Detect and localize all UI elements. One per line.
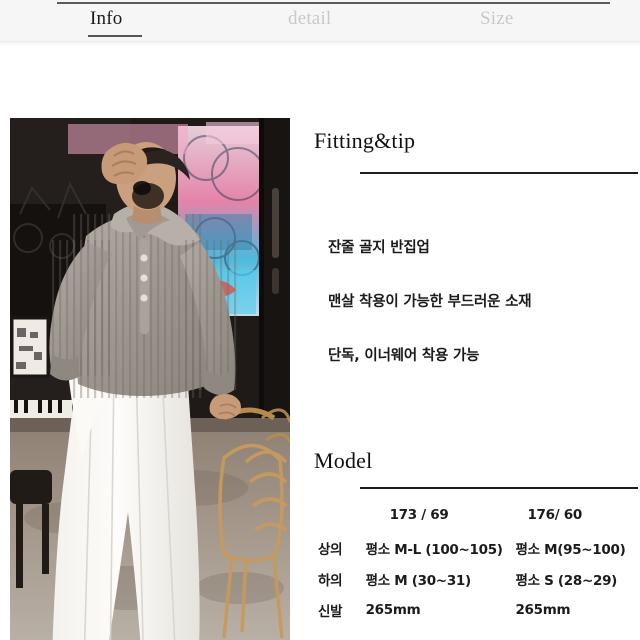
tab-detail[interactable]: detail bbox=[288, 8, 331, 30]
table-row-header: 173 / 69 176/ 60 bbox=[314, 498, 640, 532]
row-label-top: 상의 bbox=[318, 541, 343, 558]
fitting-tip-heading: Fitting&tip bbox=[314, 128, 416, 153]
model-heading: Model bbox=[314, 448, 373, 473]
tab-bar-top-divider bbox=[57, 2, 610, 4]
row-value-top-b: 평소 M(95~100) bbox=[515, 541, 626, 558]
model-col-b-header: 176/ 60 bbox=[527, 507, 582, 523]
tab-bar: Info detail Size bbox=[0, 0, 640, 46]
fitting-tip-item: 단독, 이너웨어 착용 가능 bbox=[328, 348, 480, 364]
model-col-label-blank bbox=[314, 498, 366, 532]
fitting-tip-divider bbox=[360, 172, 638, 174]
tab-bar-shadow bbox=[0, 42, 640, 46]
model-size-table: 173 / 69 176/ 60 상의 평소 M-L (100~105) 평소 … bbox=[314, 498, 640, 625]
tab-size[interactable]: Size bbox=[480, 8, 514, 30]
row-value-bottom-b: 평소 S (28~29) bbox=[515, 572, 618, 589]
row-label-shoes: 신발 bbox=[318, 603, 343, 620]
row-label-bottom: 하의 bbox=[318, 572, 343, 589]
table-row: 하의 평소 M (30~31) 평소 S (28~29) bbox=[314, 563, 640, 594]
row-value-bottom-a: 평소 M (30~31) bbox=[365, 572, 472, 589]
row-value-shoes-b: 265mm bbox=[515, 601, 571, 618]
fitting-tip-list: 잔줄 골지 반집업 맨살 착용이 가능한 부드러운 소재 단독, 이너웨어 착용… bbox=[328, 236, 638, 365]
row-value-shoes-a: 265mm bbox=[365, 601, 421, 618]
fitting-tip-item: 잔줄 골지 반집업 bbox=[328, 240, 430, 256]
model-col-a-header: 173 / 69 bbox=[389, 507, 449, 523]
product-info-column: Fitting&tip 잔줄 골지 반집업 맨살 착용이 가능한 부드러운 소재… bbox=[300, 100, 640, 640]
product-photo bbox=[10, 118, 290, 640]
row-value-top-a: 평소 M-L (100~105) bbox=[365, 541, 503, 558]
table-row: 상의 평소 M-L (100~105) 평소 M(95~100) bbox=[314, 532, 640, 563]
tab-info-active-indicator bbox=[88, 35, 142, 37]
product-photo-illustration bbox=[10, 118, 290, 640]
fitting-tip-item: 맨살 착용이 가능한 부드러운 소재 bbox=[328, 294, 532, 310]
tab-info[interactable]: Info bbox=[90, 8, 122, 34]
table-row: 신발 265mm 265mm bbox=[314, 594, 640, 625]
model-divider bbox=[360, 487, 638, 489]
